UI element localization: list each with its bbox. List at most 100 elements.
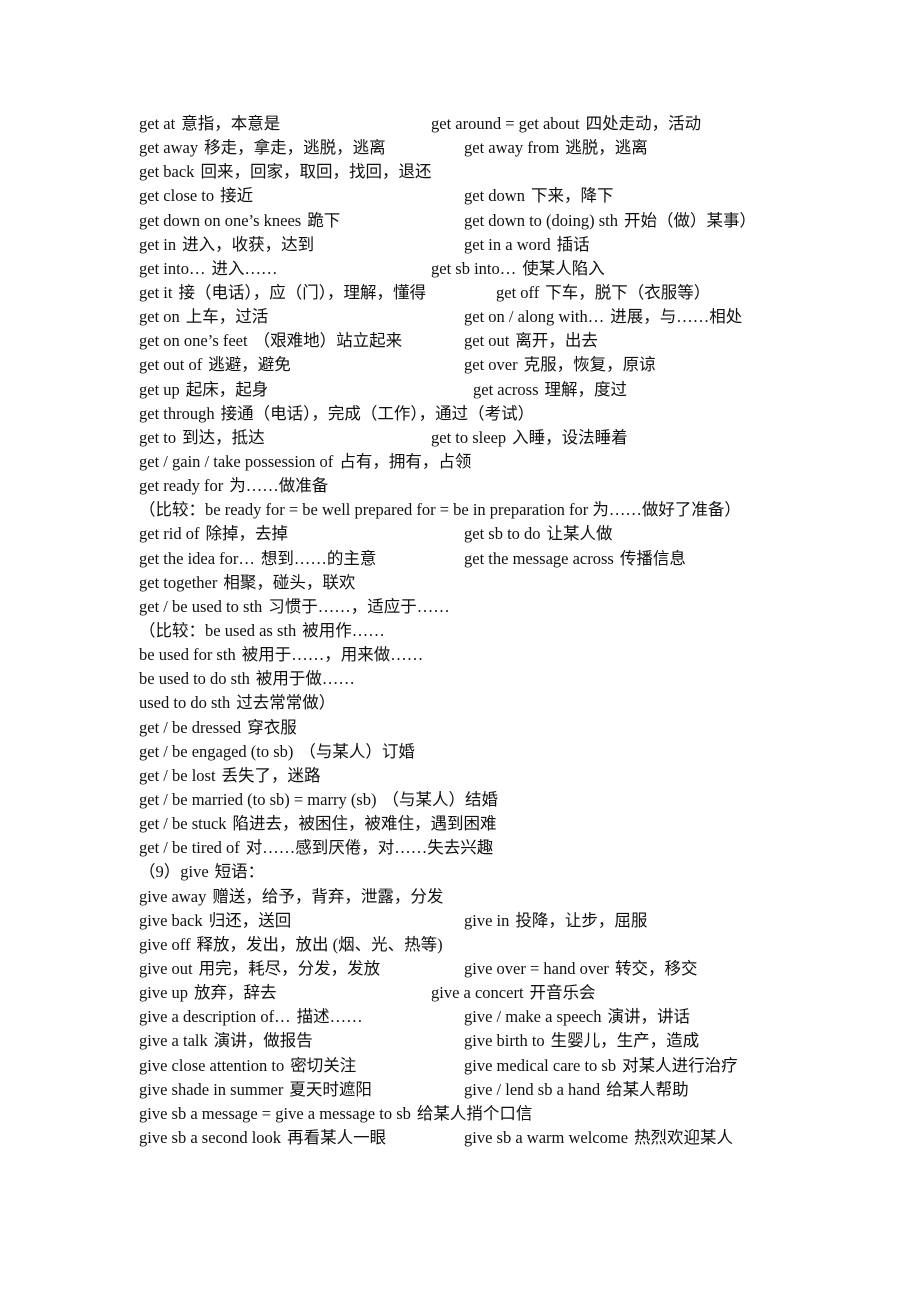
phrase-english: get off xyxy=(496,282,540,302)
phrase-entry-left: （9）give 短语： xyxy=(139,860,264,884)
phrase-entry-left: give up 放弃，辞去 xyxy=(139,981,277,1005)
phrase-entry-right: get away from 逃脱，逃离 xyxy=(464,136,648,160)
phrase-chinese: 插话 xyxy=(556,234,590,254)
phrase-entry-left: get / be used to sth 习惯于……，适应于…… xyxy=(139,595,450,619)
phrase-line: give a talk 演讲，做报告 give birth to 生婴儿，生产，造成 xyxy=(139,1029,819,1053)
phrase-entry-left: get into… 进入…… xyxy=(139,257,277,281)
phrase-line: used to do sth 过去常常做） xyxy=(139,691,819,715)
phrase-chinese: 被用于做…… xyxy=(255,669,355,689)
phrase-entry-right: give birth to 生婴儿，生产，造成 xyxy=(464,1029,699,1053)
phrase-english: get in a word xyxy=(464,234,551,254)
phrase-english: get / be lost xyxy=(139,765,216,785)
phrase-line: give sb a message = give a message to sb… xyxy=(139,1102,819,1126)
phrase-chinese: 被用作…… xyxy=(302,620,385,640)
phrase-entry-left: get / be tired of 对……感到厌倦，对……失去兴趣 xyxy=(139,836,493,860)
phrase-entry-right: give medical care to sb 对某人进行治疗 xyxy=(464,1054,738,1078)
phrase-line: get rid of 除掉，去掉 get sb to do 让某人做 xyxy=(139,522,819,546)
phrase-entry-left: get it 接（电话），应（门），理解，懂得 xyxy=(139,281,426,305)
phrase-chinese: 离开，出去 xyxy=(515,331,598,351)
phrase-english: get away xyxy=(139,138,199,158)
phrase-english: get down on one’s knees xyxy=(139,210,302,230)
phrase-chinese: 接通（电话），完成（工作），通过（考试） xyxy=(220,403,535,423)
phrase-english: get away from xyxy=(464,138,560,158)
phrase-chinese: 移走，拿走，逃脱，逃离 xyxy=(204,138,386,158)
note-text: （比较：be ready for = be well prepared for … xyxy=(139,500,741,520)
phrase-chinese: 让某人做 xyxy=(546,524,613,544)
phrase-line: get together 相聚，碰头，联欢 xyxy=(139,571,819,595)
phrase-line: be used for sth 被用于……，用来做…… xyxy=(139,643,819,667)
phrase-line: get / be stuck 陷进去，被困住，被难住，遇到困难 xyxy=(139,812,819,836)
phrase-english: give birth to xyxy=(464,1031,545,1051)
phrase-chinese: 生婴儿，生产，造成 xyxy=(550,1031,700,1051)
phrase-english: get close to xyxy=(139,186,215,206)
phrase-english: get rid of xyxy=(139,524,200,544)
phrase-entry-left: give back 归还，送回 xyxy=(139,909,291,933)
phrase-line: get close to 接近 get down 下来，降下 xyxy=(139,184,819,208)
phrase-english: get / be stuck xyxy=(139,814,227,834)
phrase-chinese: 到达，抵达 xyxy=(182,427,265,447)
phrase-entry-left: get through 接通（电话），完成（工作），通过（考试） xyxy=(139,402,534,426)
phrase-entry-left: be used to do sth 被用于做…… xyxy=(139,667,355,691)
phrase-chinese: 被用于……，用来做…… xyxy=(241,645,424,665)
document-page: get at 意指，本意是 get around = get about 四处走动，活… xyxy=(139,112,819,1150)
phrase-chinese: 入睡，设法睡着 xyxy=(512,427,628,447)
phrase-entry-left: get up 起床，起身 xyxy=(139,378,268,402)
phrase-english: get ready for xyxy=(139,476,224,496)
phrase-english: give sb a warm welcome xyxy=(464,1127,629,1147)
phrase-entry-left: get back 回来，回家，取回，找回，退还 xyxy=(139,160,431,184)
phrase-line: get it 接（电话），应（门），理解，懂得 get off 下车，脱下（衣服等） xyxy=(139,281,819,305)
phrase-english: get into… xyxy=(139,258,206,278)
phrase-entry-left: give shade in summer 夏天时遮阳 xyxy=(139,1078,372,1102)
phrase-english: get / be tired of xyxy=(139,838,240,858)
phrase-entry-left: get / gain / take possession of 占有，拥有，占领 xyxy=(139,450,471,474)
phrase-entry-left: give out 用完，耗尽，分发，发放 xyxy=(139,957,380,981)
phrase-chinese: 穿衣服 xyxy=(247,717,297,737)
phrase-english: get on / along with… xyxy=(464,307,605,327)
phrase-line: （比较：be used as sth 被用作…… xyxy=(139,619,819,643)
phrase-line: give back 归还，送回 give in 投降，让步，屈服 xyxy=(139,909,819,933)
phrase-chinese: 演讲，讲话 xyxy=(607,1007,690,1027)
phrase-line: get through 接通（电话），完成（工作），通过（考试） xyxy=(139,402,819,426)
phrase-entry-right: get down 下来，降下 xyxy=(464,184,613,208)
phrase-chinese: 下来，降下 xyxy=(530,186,614,206)
phrase-entry-left: give a talk 演讲，做报告 xyxy=(139,1029,313,1053)
phrase-entry-right: get out 离开，出去 xyxy=(464,329,598,353)
phrase-line: get at 意指，本意是 get around = get about 四处走动，活… xyxy=(139,112,819,136)
phrase-chinese: 接近 xyxy=(220,186,254,206)
phrase-line: get / be tired of 对……感到厌倦，对……失去兴趣 xyxy=(139,836,819,860)
phrase-entry-left: give away 赠送，给予，背弃，泄露，分发 xyxy=(139,885,443,909)
phrase-entry-right: get off 下车，脱下（衣服等） xyxy=(496,281,710,305)
phrase-chinese: 热烈欢迎某人 xyxy=(634,1127,734,1147)
phrase-line: （9）give 短语： xyxy=(139,860,819,884)
phrase-entry-left: get on 上车，过活 xyxy=(139,305,268,329)
phrase-chinese: 理解，度过 xyxy=(544,379,628,399)
phrase-chinese: 赠送，给予，背弃，泄露，分发 xyxy=(212,886,444,906)
phrase-entry-left: get rid of 除掉，去掉 xyxy=(139,522,288,546)
phrase-line: get / be lost 丢失了，迷路 xyxy=(139,764,819,788)
phrase-chinese: 进展，与……相处 xyxy=(610,307,743,327)
phrase-chinese: 陷进去，被困住，被难住，遇到困难 xyxy=(232,814,497,834)
phrase-chinese: 演讲，做报告 xyxy=(213,1031,313,1051)
phrase-english: give a description of… xyxy=(139,1007,291,1027)
phrase-english: get out of xyxy=(139,355,203,375)
phrase-english: （比较：be used as sth xyxy=(139,620,297,640)
phrase-english: get sb into… xyxy=(431,258,517,278)
phrase-line: get on 上车，过活 get on / along with… 进展，与……相处 xyxy=(139,305,819,329)
phrase-english: give sb a second look xyxy=(139,1127,282,1147)
phrase-entry-left: get ready for 为……做准备 xyxy=(139,474,328,498)
phrase-english: get over xyxy=(464,355,518,375)
phrase-chinese: 过去常常做） xyxy=(236,693,336,713)
phrase-entry-left: get down on one’s knees 跪下 xyxy=(139,209,340,233)
phrase-english: get back xyxy=(139,162,195,182)
phrase-entry-right: get sb to do 让某人做 xyxy=(464,522,613,546)
phrase-entry-left: （比较：be used as sth 被用作…… xyxy=(139,619,385,643)
phrase-line: give sb a second look 再看某人一眼 give sb a war… xyxy=(139,1126,819,1150)
phrase-chinese: 丢失了，迷路 xyxy=(221,765,321,785)
phrase-english: give in xyxy=(464,910,510,930)
phrase-english: give close attention to xyxy=(139,1055,285,1075)
phrase-english: give out xyxy=(139,958,193,978)
phrase-english: get to sleep xyxy=(431,427,507,447)
phrase-chinese: 转交，移交 xyxy=(614,958,698,978)
phrase-entry-right: get sb into… 使某人陷入 xyxy=(431,257,605,281)
phrase-entry-right: give / make a speech 演讲，讲话 xyxy=(464,1005,690,1029)
